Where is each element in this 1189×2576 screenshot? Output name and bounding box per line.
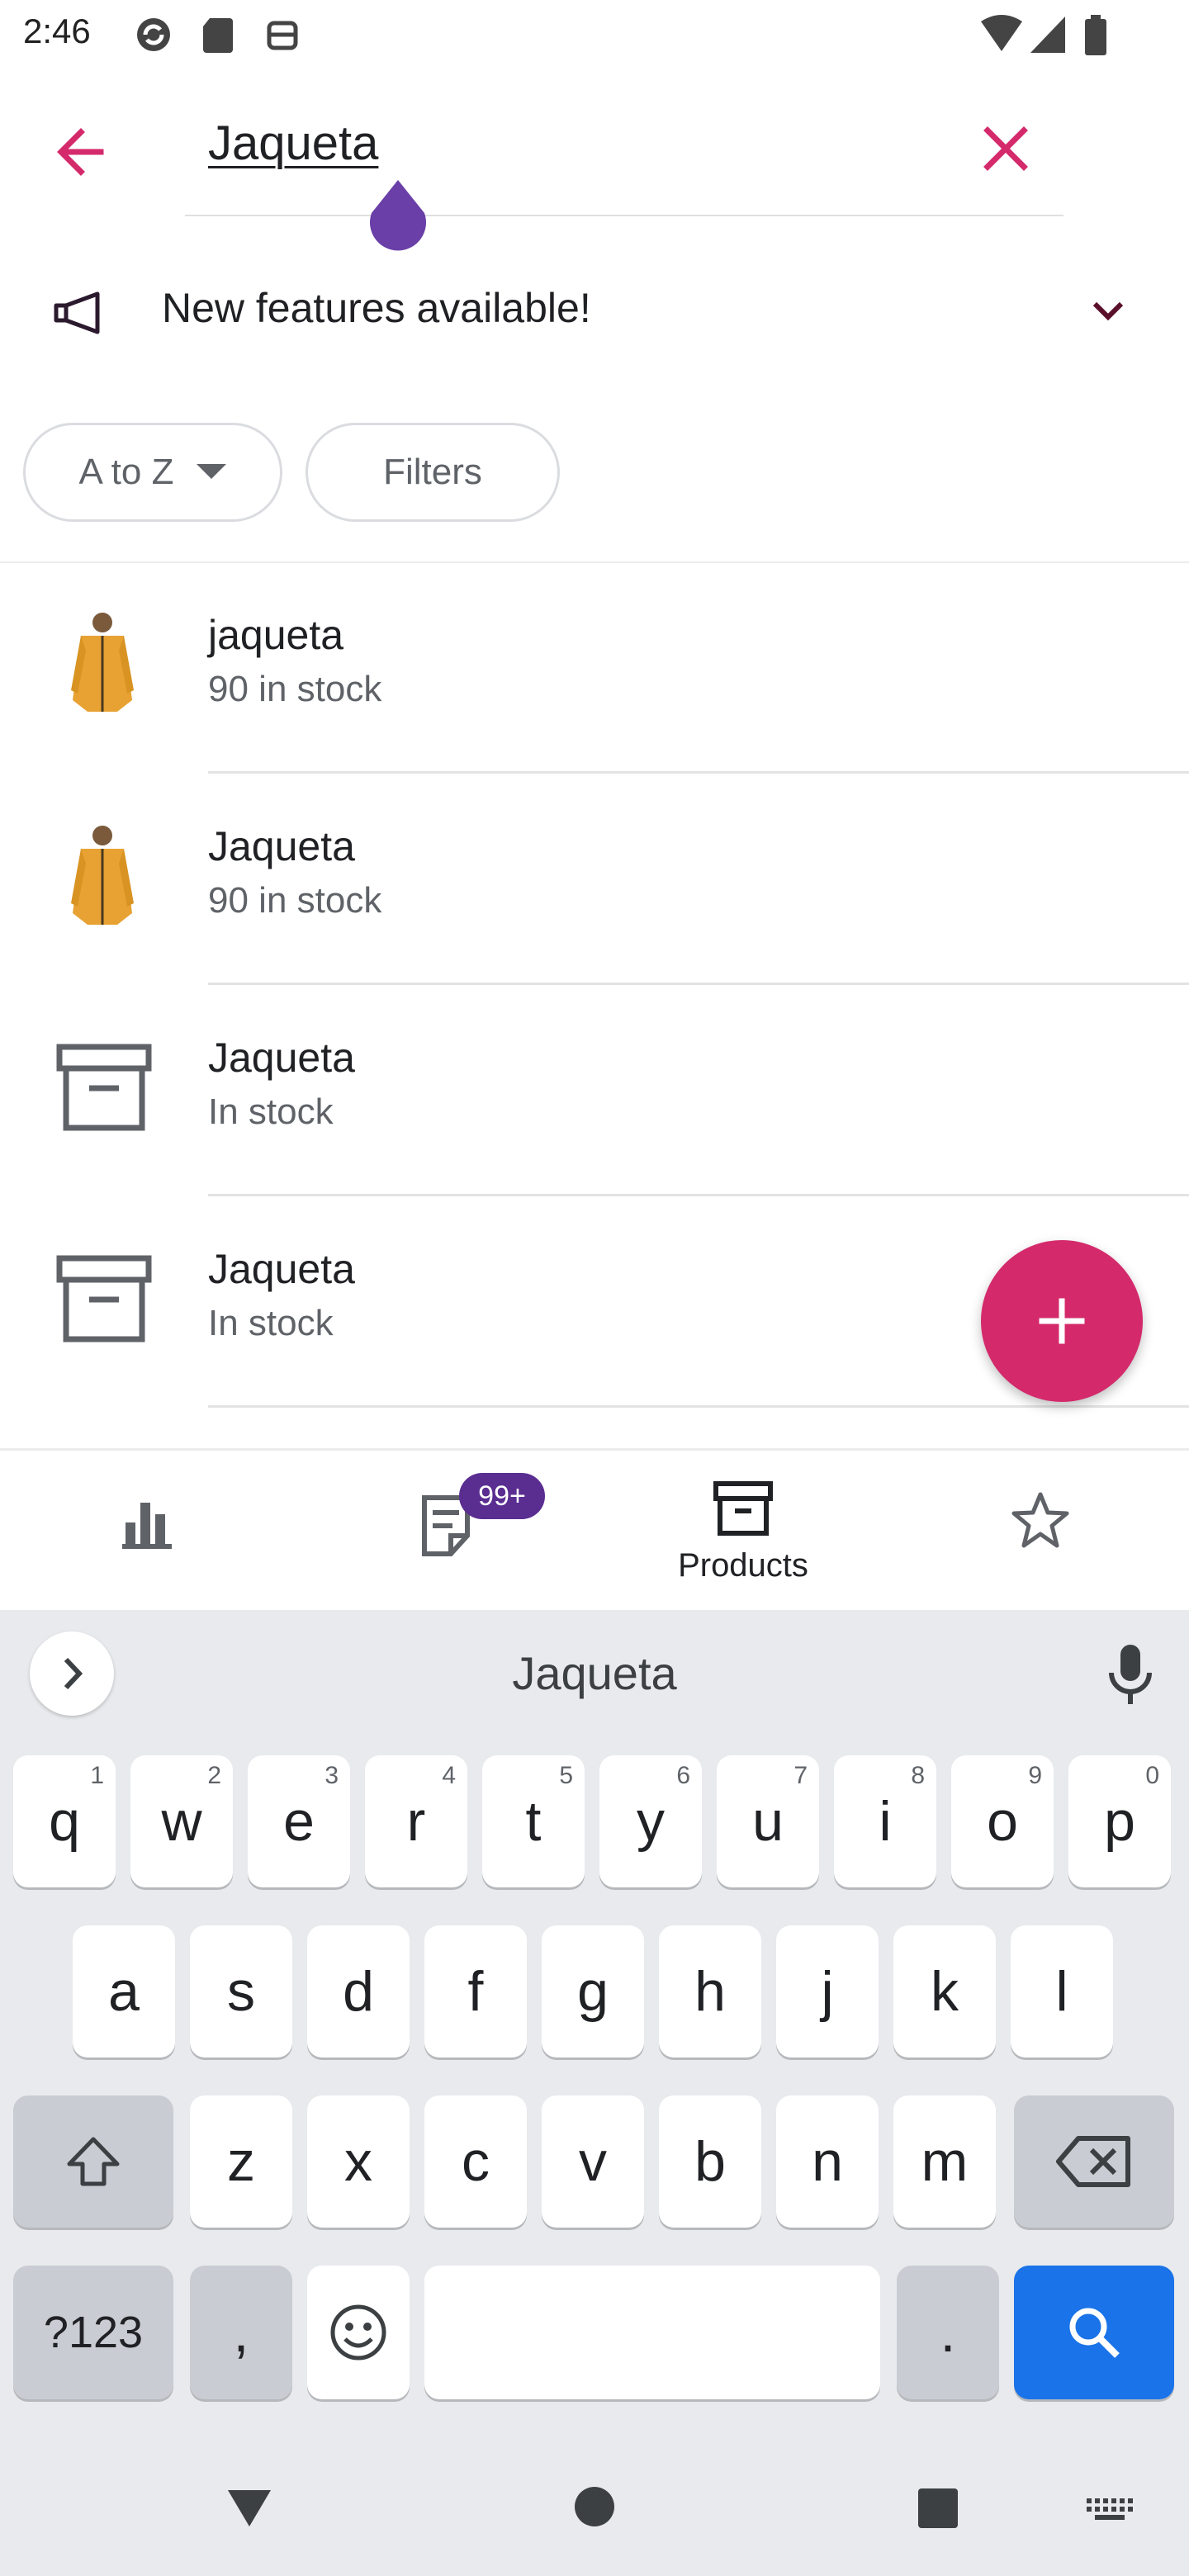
divider: [208, 1194, 1189, 1196]
product-row[interactable]: [0, 563, 1189, 774]
product-row[interactable]: [0, 986, 1189, 1197]
key-w[interactable]: w2: [130, 1755, 233, 1887]
nav-item-orders[interactable]: [297, 1448, 594, 1610]
key-f[interactable]: f: [424, 1925, 527, 2057]
product-name: Jaqueta: [208, 1246, 355, 1292]
key-n[interactable]: n: [776, 2095, 879, 2228]
product-name: jaqueta: [208, 612, 344, 658]
key-j[interactable]: j: [776, 1925, 879, 2057]
bar-chart-icon: [121, 1498, 177, 1551]
comma-key[interactable]: ,: [190, 2266, 292, 2399]
backspace-icon: [1056, 2136, 1130, 2187]
key-o[interactable]: o9: [951, 1755, 1054, 1887]
dropdown-arrow-icon: [197, 464, 227, 481]
nav-products-label: Products: [678, 1547, 808, 1584]
keyboard-switch-icon[interactable]: [1087, 2498, 1133, 2522]
product-thumbnail-jacket: [53, 608, 152, 718]
banner-text: New features available!: [162, 285, 591, 331]
key-u[interactable]: u7: [717, 1755, 819, 1887]
search-input[interactable]: Jaqueta: [208, 116, 378, 171]
key-l[interactable]: l: [1011, 1925, 1113, 2057]
key-z[interactable]: z: [190, 2095, 292, 2228]
archive-box-icon: [54, 1253, 154, 1346]
nav-recents-icon[interactable]: [917, 2487, 959, 2530]
signal-icon: [1030, 15, 1067, 54]
key-d[interactable]: d: [307, 1925, 410, 2057]
emoji-icon: [330, 2304, 386, 2361]
star-icon: [1011, 1491, 1070, 1551]
key-b[interactable]: b: [659, 2095, 761, 2228]
search-action-key[interactable]: [1014, 2266, 1174, 2399]
key-c[interactable]: c: [424, 2095, 527, 2228]
filters-chip-label: Filters: [383, 452, 482, 492]
search-underline: [185, 215, 1063, 216]
chevron-down-icon[interactable]: [1088, 291, 1128, 330]
sd-card-icon: [201, 15, 234, 54]
product-thumbnail-jacket: [53, 821, 152, 931]
key-h[interactable]: h: [659, 1925, 761, 2057]
key-e[interactable]: e3: [248, 1755, 350, 1887]
divider: [208, 983, 1189, 985]
product-stock: 90 in stock: [208, 880, 382, 921]
nav-item-products[interactable]: [594, 1448, 892, 1610]
key-q[interactable]: q1: [13, 1755, 116, 1887]
key-v[interactable]: v: [542, 2095, 644, 2228]
backspace-key[interactable]: [1014, 2095, 1174, 2228]
space-key[interactable]: [424, 2266, 880, 2399]
back-button[interactable]: [43, 114, 119, 190]
nav-home-icon[interactable]: [573, 2485, 616, 2528]
key-p[interactable]: p0: [1068, 1755, 1171, 1887]
shift-icon: [67, 2137, 120, 2186]
status-time: 2:46: [23, 12, 91, 50]
period-key[interactable]: .: [897, 2266, 999, 2399]
product-row[interactable]: [0, 774, 1189, 986]
android-icon: [264, 15, 301, 54]
megaphone-icon: [51, 287, 112, 337]
emoji-key[interactable]: [307, 2266, 410, 2399]
arrow-back-icon: [57, 128, 104, 176]
add-product-button[interactable]: [981, 1240, 1143, 1402]
symbols-key[interactable]: ?123: [13, 2266, 173, 2399]
key-k[interactable]: k: [893, 1925, 996, 2057]
nav-item-favorites[interactable]: [892, 1448, 1189, 1610]
text-cursor-handle[interactable]: [368, 180, 428, 256]
divider: [208, 1405, 1189, 1408]
products-icon: [713, 1481, 773, 1536]
key-g[interactable]: g: [542, 1925, 644, 2057]
key-x[interactable]: x: [307, 2095, 410, 2228]
nav-back-icon[interactable]: [225, 2487, 274, 2530]
key-r[interactable]: r4: [365, 1755, 467, 1887]
wifi-icon: [979, 15, 1024, 54]
key-m[interactable]: m: [893, 2095, 996, 2228]
sort-chip[interactable]: A to Z: [23, 423, 282, 522]
key-a[interactable]: a: [73, 1925, 175, 2057]
divider: [208, 771, 1189, 774]
battery-icon: [1083, 15, 1108, 56]
sort-chip-label: A to Z: [78, 452, 174, 492]
shift-key[interactable]: [13, 2095, 173, 2228]
filters-chip[interactable]: Filters: [306, 423, 560, 522]
key-s[interactable]: s: [190, 1925, 292, 2057]
microphone-icon[interactable]: [1105, 1641, 1156, 1707]
keyboard-suggestion[interactable]: Jaqueta: [0, 1646, 1189, 1700]
key-y[interactable]: y6: [599, 1755, 702, 1887]
sync-icon: [130, 15, 177, 54]
product-stock: In stock: [208, 1303, 334, 1343]
product-stock: 90 in stock: [208, 669, 382, 709]
plus-icon: [1039, 1298, 1085, 1344]
orders-count-badge: 99+: [459, 1473, 545, 1519]
archive-box-icon: [54, 1042, 154, 1134]
product-name: Jaqueta: [208, 1035, 355, 1081]
search-icon: [1069, 2308, 1120, 2358]
product-stock: In stock: [208, 1091, 334, 1132]
clear-search-button[interactable]: [968, 111, 1044, 187]
nav-item-analytics[interactable]: [0, 1448, 297, 1610]
product-name: Jaqueta: [208, 823, 355, 869]
key-t[interactable]: t5: [482, 1755, 585, 1887]
close-icon: [983, 126, 1028, 171]
key-i[interactable]: i8: [834, 1755, 936, 1887]
